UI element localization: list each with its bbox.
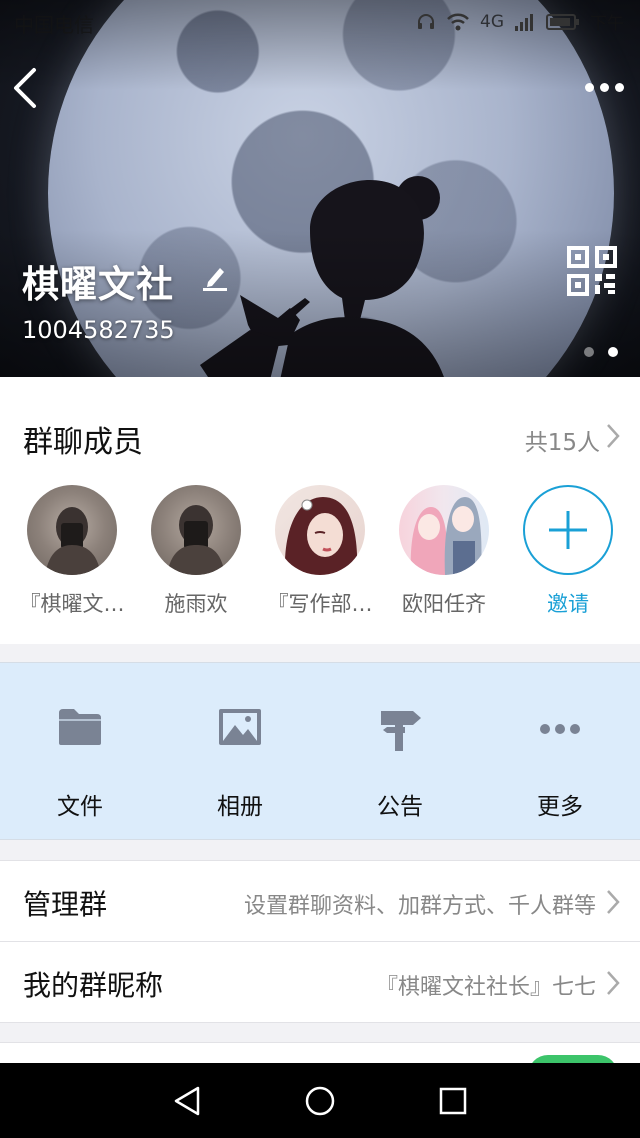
- member-item[interactable]: 欧阳任齐: [389, 485, 499, 618]
- invite-label: 邀请: [547, 592, 589, 616]
- image-icon: [219, 709, 261, 745]
- members-count[interactable]: 共15人: [525, 423, 600, 457]
- more-dots-icon: [540, 724, 580, 734]
- member-name: 『写作部…: [267, 592, 373, 616]
- invite-button[interactable]: 邀请: [513, 485, 623, 618]
- network-type: 4G: [480, 11, 504, 32]
- settings-list: 管理群 设置群聊资料、加群方式、千人群等 我的群昵称 『棋曜文社社长』七七: [0, 860, 640, 1023]
- qr-code-button[interactable]: [566, 245, 618, 297]
- feature-announcement[interactable]: 公告: [320, 663, 480, 841]
- avatar-figure: [410, 497, 482, 575]
- member-item[interactable]: 『写作部…: [265, 485, 375, 618]
- plus-icon: [523, 485, 613, 575]
- feature-label: 相册: [217, 794, 263, 820]
- member-item[interactable]: 施雨欢: [141, 485, 251, 618]
- chevron-right-icon[interactable]: [606, 423, 620, 449]
- members-title: 群聊成员: [23, 425, 143, 460]
- chevron-right-icon: [607, 890, 620, 914]
- qr-code-icon: [567, 246, 617, 296]
- nav-home-button[interactable]: [297, 1078, 343, 1124]
- signpost-icon: [381, 711, 421, 751]
- pencil-icon: [203, 268, 227, 291]
- avatar: [27, 485, 117, 575]
- avatar-figure: [45, 507, 101, 575]
- system-navbar: [0, 1063, 640, 1138]
- circle-home-icon: [305, 1086, 335, 1115]
- nav-recents-button[interactable]: [430, 1078, 476, 1124]
- feature-more[interactable]: 更多: [480, 663, 640, 841]
- more-dot: [584, 82, 594, 92]
- member-item[interactable]: 『棋曜文…: [17, 485, 127, 618]
- feature-label: 公告: [377, 794, 423, 820]
- folder-icon: [59, 709, 101, 745]
- edit-name-button[interactable]: [200, 262, 230, 296]
- my-nickname-row[interactable]: 我的群昵称 『棋曜文社社长』七七: [0, 942, 640, 1023]
- page-dot-active: [608, 347, 618, 357]
- feature-label: 文件: [57, 794, 103, 820]
- triangle-back-icon: [174, 1086, 199, 1115]
- row-label: 我的群昵称: [23, 969, 164, 1002]
- feature-album[interactable]: 相册: [160, 663, 320, 841]
- status-bar: 中国电信 4G 下午: [0, 0, 640, 44]
- clock: 下午: [590, 14, 624, 34]
- member-name: 『棋曜文…: [19, 592, 125, 616]
- avatar-figure: [284, 497, 358, 575]
- carrier-label: 中国电信: [14, 13, 94, 37]
- more-dot: [614, 82, 624, 92]
- member-name: 施雨欢: [164, 592, 228, 616]
- avatar-figure: [167, 505, 225, 575]
- chevron-right-icon: [607, 971, 620, 995]
- page-dot: [584, 347, 594, 357]
- square-recents-icon: [440, 1087, 467, 1114]
- features-grid: 文件 相册 公告 更多: [0, 662, 640, 840]
- nav-back-button[interactable]: [164, 1078, 210, 1124]
- chevron-left-icon: [14, 68, 36, 108]
- row-value: 『棋曜文社社长』七七: [375, 975, 596, 1000]
- more-dot: [599, 82, 609, 92]
- status-icons: 4G 下午: [416, 9, 624, 34]
- row-label: 管理群: [23, 888, 108, 921]
- feature-label: 更多: [537, 794, 583, 820]
- wifi-icon: [447, 13, 469, 30]
- avatar: [399, 485, 489, 575]
- feature-files[interactable]: 文件: [0, 663, 160, 841]
- headphones-icon: [418, 13, 434, 29]
- member-name: 欧阳任齐: [402, 592, 486, 616]
- avatar: [275, 485, 365, 575]
- back-button[interactable]: [10, 66, 50, 110]
- avatar: [151, 485, 241, 575]
- row-value: 设置群聊资料、加群方式、千人群等: [243, 894, 596, 919]
- signal-icon: [515, 13, 533, 31]
- cover-page-indicator: [584, 347, 618, 357]
- battery-icon: [546, 13, 579, 30]
- manage-group-row[interactable]: 管理群 设置群聊资料、加群方式、千人群等: [0, 861, 640, 942]
- group-id: 1004582735: [22, 316, 175, 344]
- more-options-button[interactable]: [582, 70, 626, 104]
- group-name: 棋曜文社: [22, 263, 174, 306]
- members-section: 群聊成员 共15人 『棋曜文… 施雨欢 『写作部… 欧阳任齐 邀请: [0, 377, 640, 644]
